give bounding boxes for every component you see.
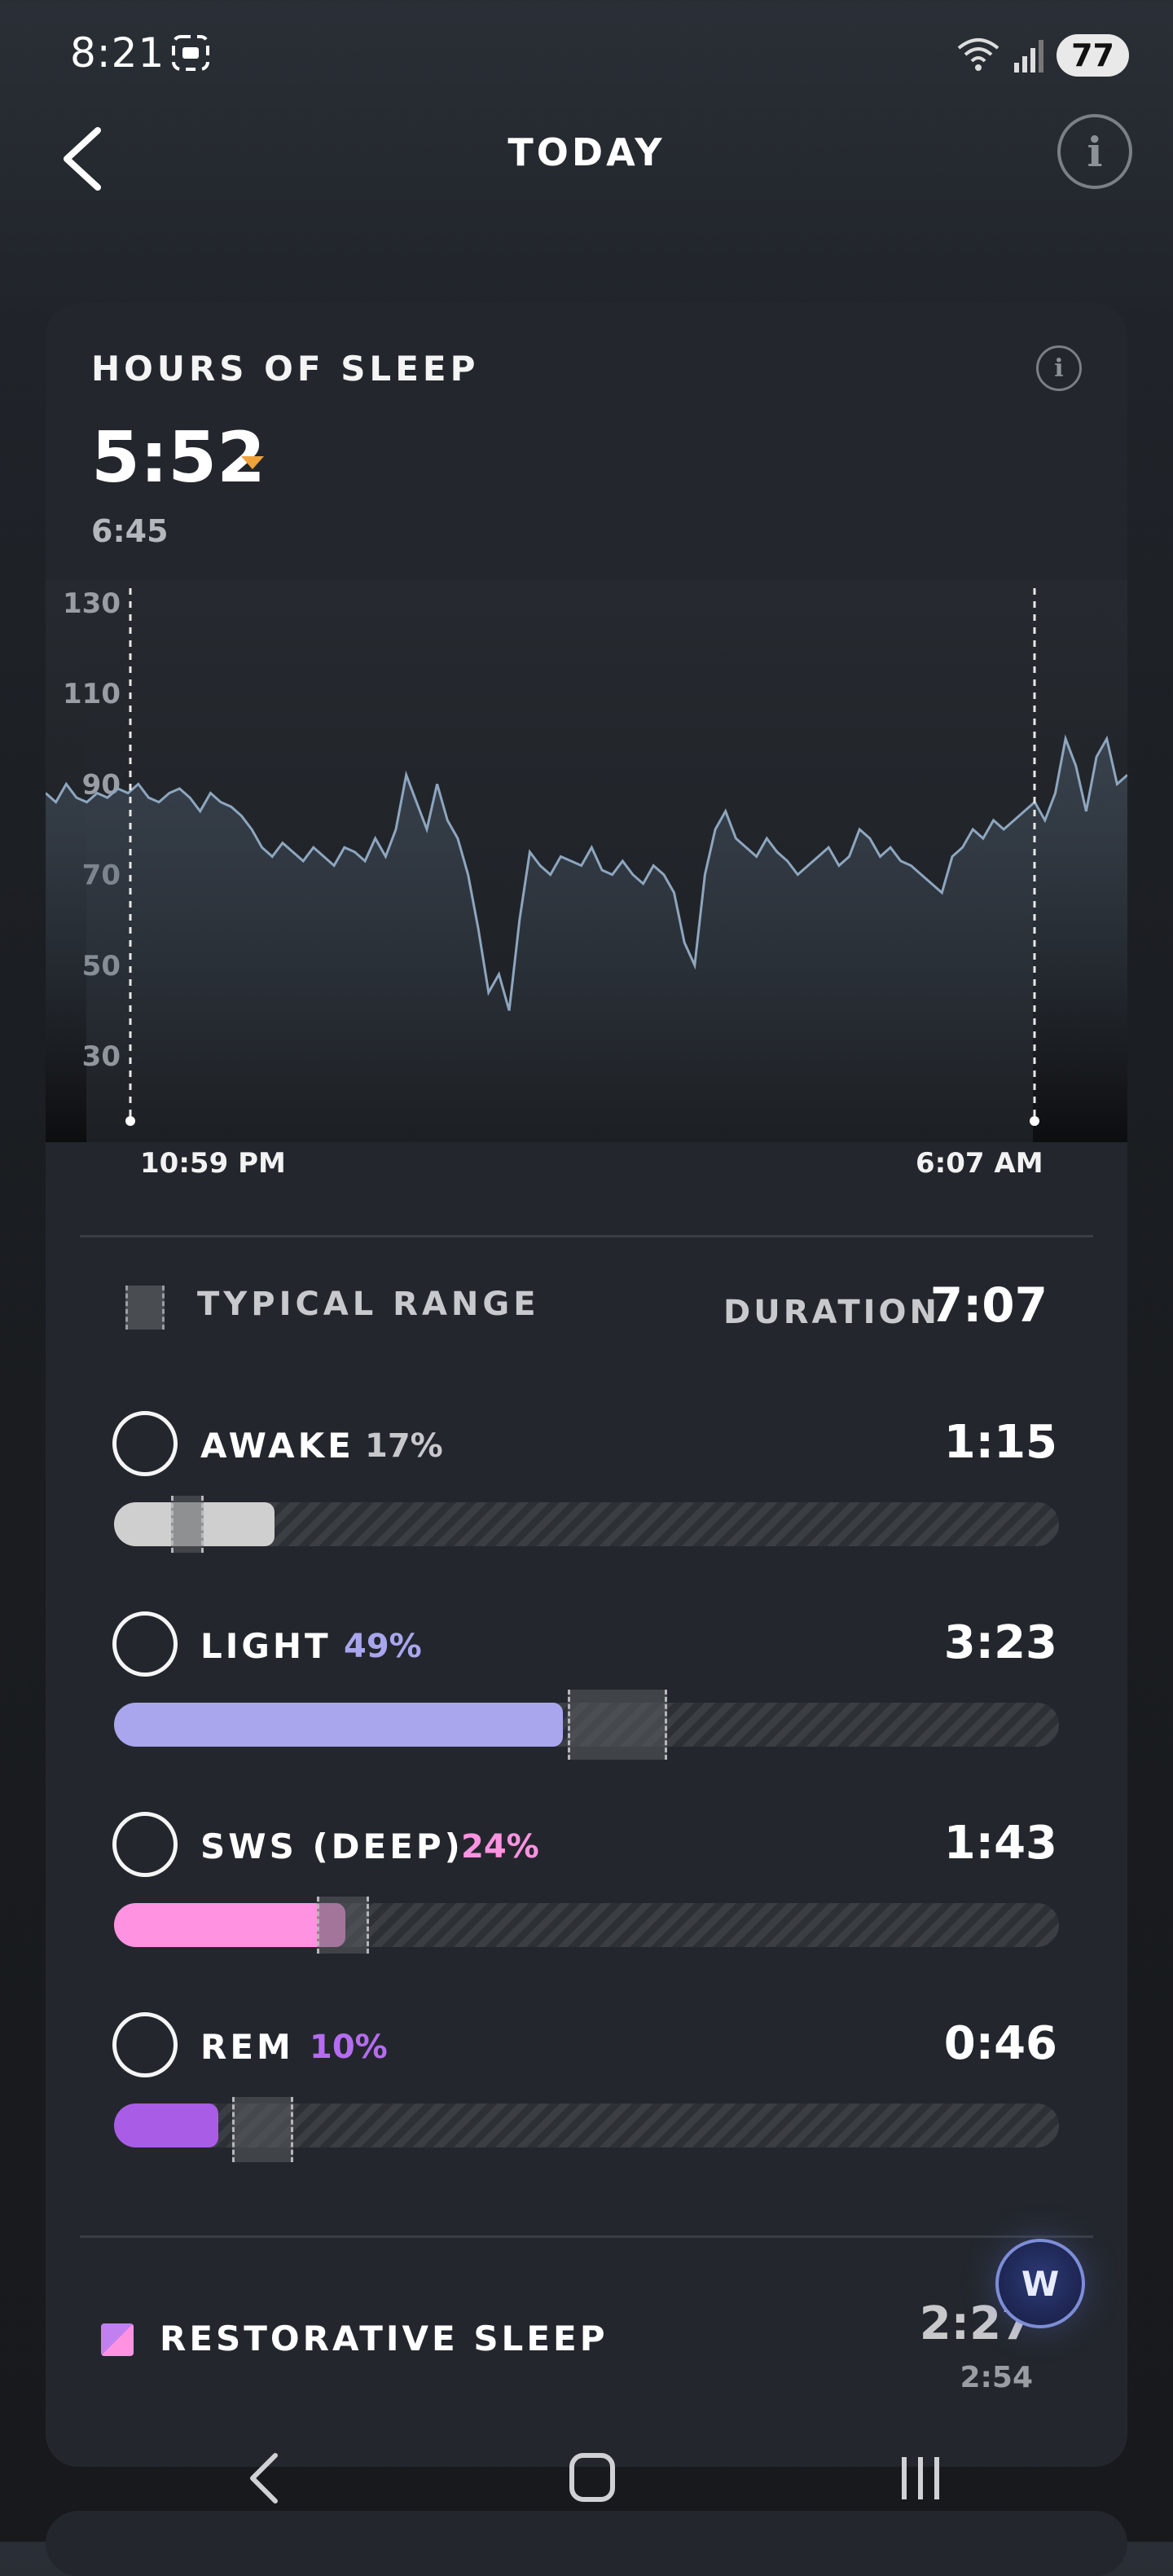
stage-duration: 0:46	[943, 2017, 1057, 2070]
sleep-card: HOURS OF SLEEP i 5:52 6:45 1301109070503…	[46, 303, 1127, 2467]
info-button[interactable]: i	[1057, 114, 1132, 189]
stage-percent: 24%	[461, 1828, 539, 1866]
stage-percent: 17%	[365, 1427, 443, 1465]
typical-range-marker	[232, 2097, 294, 2162]
whoop-assistant-button[interactable]: W	[995, 2239, 1085, 2328]
stage-percent: 49%	[344, 1628, 422, 1665]
typical-range-marker	[567, 1690, 667, 1760]
stage-bar-fill	[114, 1903, 346, 1947]
stage-awake[interactable]: AWAKE 17% 1:15	[46, 1411, 1127, 1574]
stage-rem[interactable]: REM 10% 0:46	[46, 2012, 1127, 2175]
stage-bar	[114, 1903, 1059, 1947]
stage-duration: 1:15	[943, 1416, 1057, 1469]
stage-bar-fill	[114, 2103, 218, 2147]
wifi-icon	[957, 38, 999, 71]
stage-bar-fill	[114, 1703, 563, 1747]
stage-name: SWS (DEEP)	[200, 1826, 463, 1866]
stage-sws-deep[interactable]: SWS (DEEP) 24% 1:43	[46, 1812, 1127, 1975]
status-icons: 77	[956, 33, 1129, 78]
nav-home-button[interactable]	[569, 2453, 615, 2502]
stage-circle-icon	[112, 1611, 178, 1677]
stage-name: LIGHT	[200, 1626, 332, 1666]
whoop-logo-icon: W	[1021, 2263, 1060, 2304]
page-title: TODAY	[507, 130, 666, 174]
info-icon: i	[1087, 127, 1103, 176]
stage-circle-icon	[112, 1812, 178, 1877]
battery-indicator: 77	[1057, 34, 1129, 77]
restorative-sleep-label: RESTORATIVE SLEEP	[160, 2319, 608, 2358]
restorative-sleep-typical: 2:54	[960, 2361, 1033, 2394]
typical-range-marker	[170, 1496, 204, 1553]
next-card	[46, 2511, 1127, 2576]
stage-name: REM	[200, 2027, 294, 2067]
divider	[80, 2235, 1093, 2238]
stage-circle-icon	[112, 2012, 178, 2077]
restorative-sleep-icon	[101, 2323, 134, 2356]
stage-duration: 3:23	[943, 1616, 1057, 1669]
screen-capture-icon	[172, 35, 209, 71]
stage-circle-icon	[112, 1411, 178, 1476]
typical-range-marker	[317, 1897, 370, 1954]
stage-bar	[114, 1502, 1059, 1546]
stage-duration: 1:43	[943, 1817, 1057, 1870]
system-nav-bar	[250, 2453, 939, 2503]
status-time: 8:21	[70, 29, 165, 77]
signal-icon	[1014, 40, 1044, 73]
nav-recents-button[interactable]	[902, 2457, 939, 2499]
stage-percent: 10%	[310, 2029, 388, 2066]
stage-name: AWAKE	[200, 1426, 354, 1466]
sleep-stages: AWAKE 17% 1:15 LIGHT 49% 3:23 SWS (DEEP)…	[46, 303, 1127, 2467]
stage-light[interactable]: LIGHT 49% 3:23	[46, 1611, 1127, 1774]
nav-back-button[interactable]	[250, 2453, 278, 2503]
